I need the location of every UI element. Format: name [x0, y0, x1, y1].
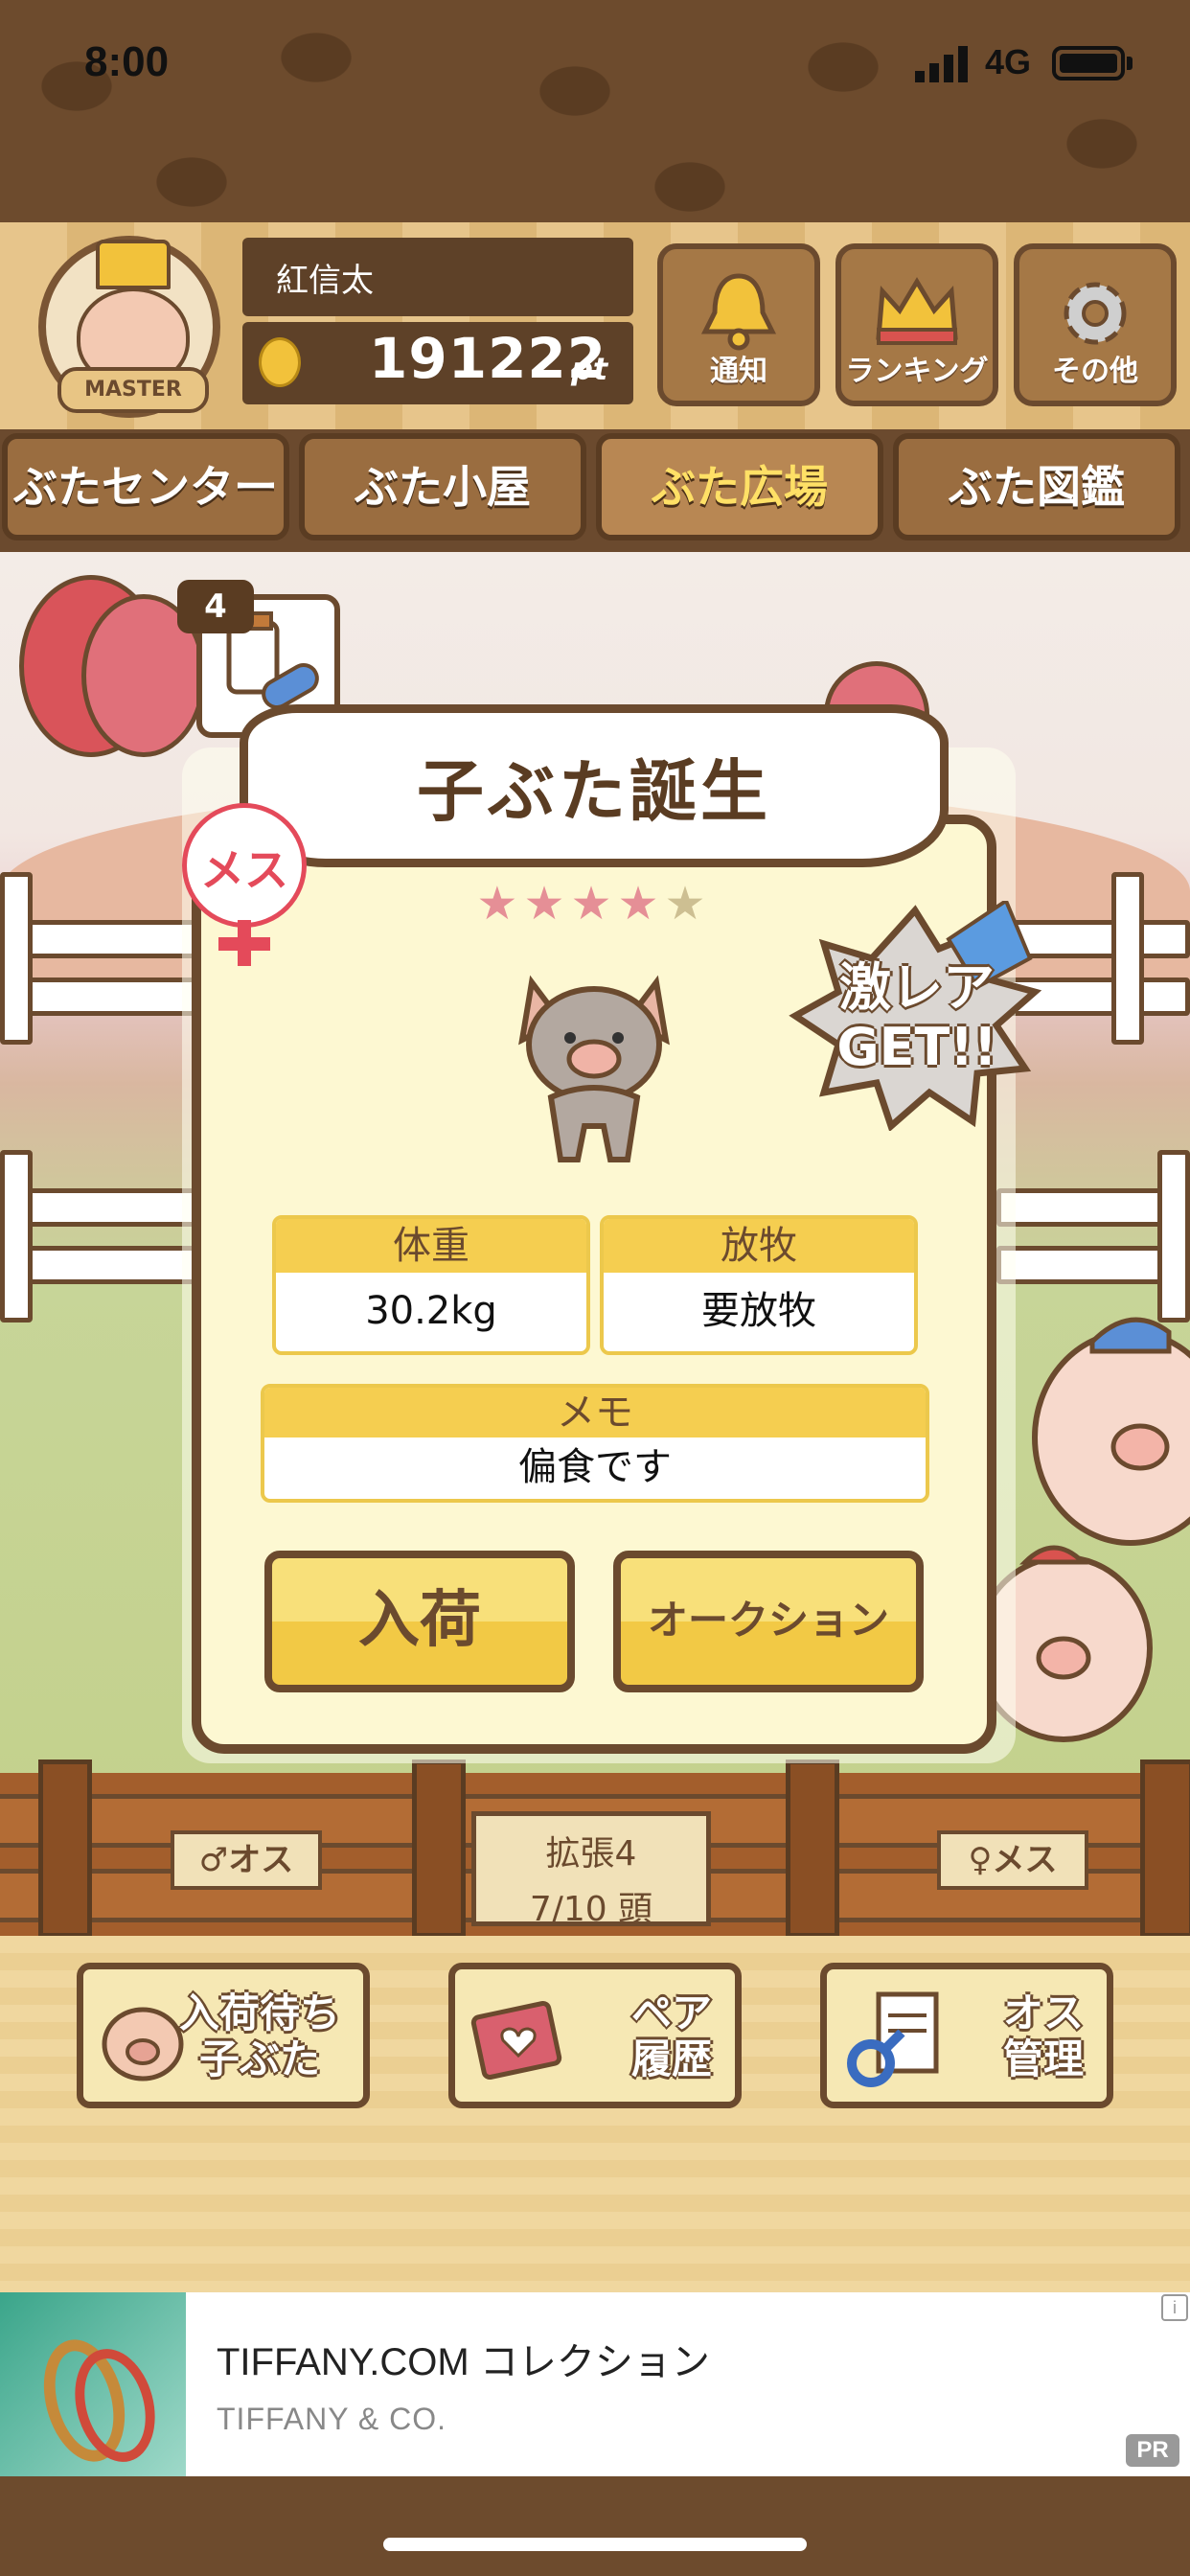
male-document-icon	[847, 1991, 939, 2087]
memo-value: 偏食です	[518, 1445, 672, 1489]
ad-title[interactable]: TIFFANY.COM コレクション	[217, 2331, 710, 2386]
pair-history-line1: ペア	[630, 1990, 712, 2036]
fence-post	[1111, 872, 1144, 1045]
tab-buta-center[interactable]: ぶたセンター	[2, 433, 289, 540]
pair-history-line2: 履歴	[630, 2036, 712, 2082]
bottom-background	[0, 2476, 1190, 2576]
rank-badge: MASTER	[57, 367, 209, 413]
top-background	[0, 0, 1190, 225]
gender-label: メス	[200, 844, 288, 896]
grazing-label: 放牧	[604, 1219, 914, 1273]
pig-character-icon	[1032, 1317, 1190, 1546]
coin-icon	[259, 337, 301, 387]
dialog-title: 子ぶた誕生	[417, 752, 771, 831]
gear-icon	[1064, 282, 1127, 345]
crown-icon	[96, 240, 171, 289]
waiting-piglets-line1: 入荷待ち	[178, 1990, 340, 2036]
ad-info-icon[interactable]: i	[1161, 2294, 1188, 2321]
ad-advertiser: TIFFANY & CO.	[217, 2402, 446, 2436]
expand-count: 7/10 頭	[529, 1890, 653, 1929]
item-count-badge: 4	[177, 580, 254, 633]
star-icon: ★	[570, 877, 618, 931]
heart-book-icon	[470, 2000, 562, 2081]
fence-post	[0, 872, 33, 1045]
fence-post	[412, 1760, 466, 1938]
tab-buta-encyclopedia[interactable]: ぶた図鑑	[893, 433, 1180, 540]
male-management-button[interactable]: オス 管理	[820, 1963, 1113, 2108]
star-icon: ★	[664, 877, 712, 931]
bell-icon	[700, 273, 777, 351]
memo-label: メモ	[264, 1388, 926, 1438]
waiting-piglets-line2: 子ぶた	[198, 2036, 320, 2082]
rare-get-label: 激レア GET!!	[797, 958, 1037, 1077]
crown-icon	[876, 277, 958, 345]
male-sign: ♂オス	[171, 1830, 322, 1890]
rarity-stars: ★★★★★	[450, 877, 738, 931]
fence-post	[1157, 1150, 1190, 1322]
grazing-value: 要放牧	[701, 1289, 816, 1333]
ad-pr-badge: PR	[1126, 2434, 1179, 2467]
ranking-button[interactable]: ランキング	[835, 243, 998, 406]
grazing-panel: 放牧 要放牧	[600, 1215, 918, 1355]
username: 紅信太	[276, 262, 374, 300]
star-icon: ★	[476, 877, 524, 931]
notification-label: 通知	[710, 355, 767, 388]
waiting-piglets-label: 入荷待ち 子ぶた	[179, 1990, 340, 2082]
ranking-label: ランキング	[845, 355, 989, 388]
weight-panel: 体重 30.2kg	[272, 1215, 590, 1355]
pair-history-label: ペア 履歴	[631, 1990, 712, 2082]
star-icon: ★	[523, 877, 571, 931]
other-button[interactable]: その他	[1014, 243, 1177, 406]
male-management-label: オス 管理	[1003, 1990, 1084, 2082]
weight-label: 体重	[276, 1219, 586, 1273]
fence-post	[786, 1760, 839, 1938]
fence-post	[1140, 1760, 1190, 1938]
points-unit: pt	[571, 351, 608, 387]
tab-buta-hut[interactable]: ぶた小屋	[299, 433, 586, 540]
piglet-icon	[102, 2007, 184, 2082]
rare-line2: GET!!	[836, 1017, 997, 1077]
fence-post	[0, 1150, 33, 1322]
memo-panel: メモ 偏食です	[261, 1384, 929, 1503]
battery-nub	[1127, 57, 1133, 70]
auction-button[interactable]: オークション	[613, 1551, 924, 1692]
expand-title: 拡張4	[545, 1834, 637, 1874]
weight-value: 30.2kg	[365, 1289, 497, 1333]
rare-line1: 激レア	[839, 957, 995, 1018]
home-indicator[interactable]	[383, 2538, 807, 2551]
signal-icon	[915, 46, 968, 82]
male-management-line2: 管理	[1002, 2036, 1084, 2082]
star-icon: ★	[617, 877, 665, 931]
pair-history-button[interactable]: ペア 履歴	[448, 1963, 742, 2108]
status-time: 8:00	[84, 38, 170, 85]
expand-sign[interactable]: 拡張4 7/10 頭	[471, 1811, 711, 1929]
notification-button[interactable]: 通知	[657, 243, 820, 406]
stock-button[interactable]: 入荷	[264, 1551, 575, 1692]
waiting-piglets-button[interactable]: 入荷待ち 子ぶた	[77, 1963, 370, 2108]
other-label: その他	[1052, 355, 1138, 388]
network-type: 4G	[985, 42, 1032, 81]
battery-icon	[1052, 46, 1125, 80]
tab-buta-plaza[interactable]: ぶた広場	[596, 433, 883, 540]
piglet-icon	[518, 975, 670, 1162]
male-management-line1: オス	[1002, 1990, 1084, 2036]
fence-post	[38, 1760, 92, 1938]
female-sign: ♀メス	[937, 1830, 1088, 1890]
female-symbol-icon-bar	[218, 937, 270, 951]
